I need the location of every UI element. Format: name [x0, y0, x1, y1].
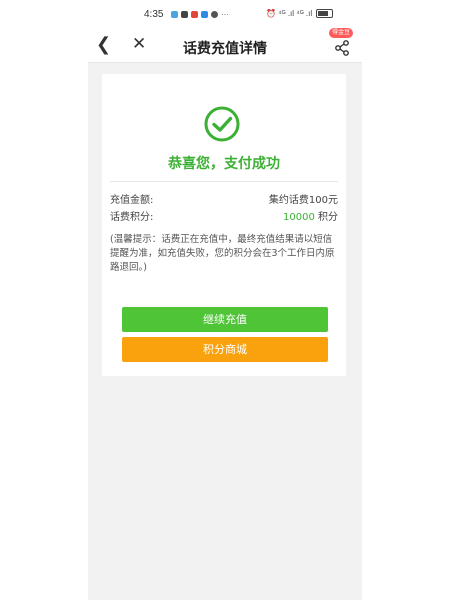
status-bar: 4:35 ··· ⏰ ⁴ᴳ .ıl ⁴ᴳ .ıl — [88, 0, 362, 30]
app-notification-icon — [191, 11, 198, 18]
amount-label: 充值金额: — [110, 195, 154, 206]
reward-badge: 得金豆 — [329, 28, 354, 38]
success-check-icon — [204, 106, 240, 142]
phone-screen: 4:35 ··· ⏰ ⁴ᴳ .ıl ⁴ᴳ .ıl ❮ ✕ 话费充值详情 得金豆 — [88, 0, 362, 600]
result-card: 恭喜您，支付成功 充值金额: 集约话费100元 话费积分: 10000 积分 (… — [102, 74, 346, 376]
success-message: 恭喜您，支付成功 — [168, 156, 280, 172]
chat-icon — [171, 11, 178, 18]
share-icon[interactable] — [334, 40, 350, 56]
nav-bar: ❮ ✕ 话费充值详情 得金豆 — [88, 28, 362, 63]
notification-icons: ··· — [171, 10, 229, 19]
points-unit: 积分 — [318, 212, 338, 223]
points-label: 话费积分: — [110, 212, 154, 223]
signal-indicators: ⏰ ⁴ᴳ .ıl ⁴ᴳ .ıl — [266, 9, 313, 18]
page-title: 话费充值详情 — [183, 41, 267, 57]
amount-row: 充值金额: 集约话费100元 — [110, 191, 338, 207]
battery-icon — [316, 9, 334, 18]
app-notification-icon-2 — [201, 11, 208, 18]
message-icon — [181, 11, 188, 18]
divider — [110, 181, 338, 182]
bell-icon — [211, 11, 218, 18]
points-value: 10000 积分 — [283, 208, 338, 223]
continue-recharge-button[interactable]: 继续充值 — [122, 307, 328, 332]
status-time: 4:35 — [144, 9, 164, 20]
status-indicators: ⏰ ⁴ᴳ .ıl ⁴ᴳ .ıl — [266, 9, 334, 18]
points-row: 话费积分: 10000 积分 — [110, 208, 338, 224]
points-number: 10000 — [283, 212, 315, 223]
more-notifications-icon: ··· — [221, 10, 229, 19]
tip-text: (温馨提示：话费正在充值中，最终充值结果请以短信提醒为准，如充值失败，您的积分会… — [110, 234, 335, 273]
amount-value: 集约话费100元 — [268, 195, 338, 206]
points-mall-button[interactable]: 积分商城 — [122, 337, 328, 362]
